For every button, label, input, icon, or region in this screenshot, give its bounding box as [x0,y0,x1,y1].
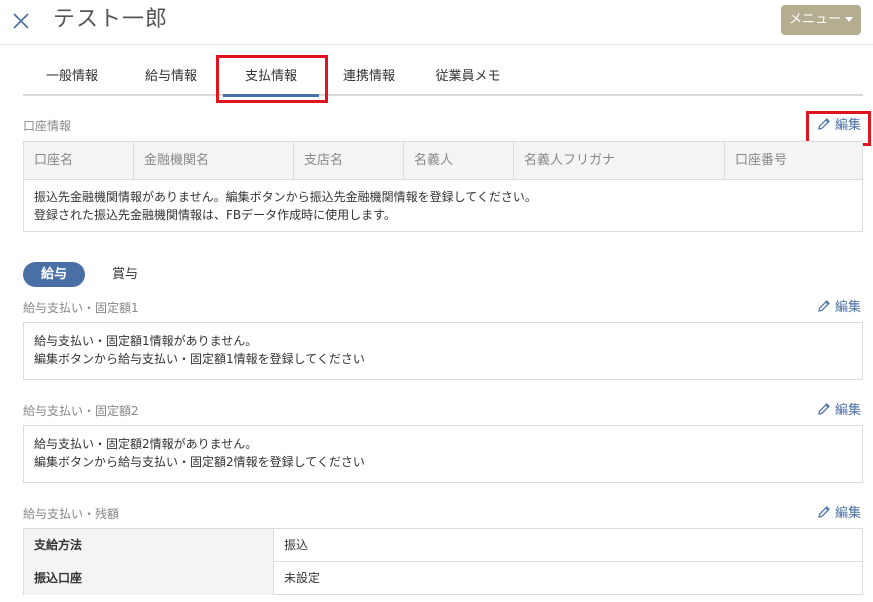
tab-general-label: 一般情報 [45,69,98,84]
account-section-label: 口座情報 [23,119,72,133]
column-header: 金融機関名 [134,142,294,180]
menu-button[interactable]: メニュー [781,5,861,35]
fixed1-empty-box: 給与支払い・固定額1情報がありません。 編集ボタンから給与支払い・固定額1情報を… [23,322,863,380]
pencil-icon [818,403,830,415]
pencil-icon [818,506,830,518]
fixed1-edit-label: 編集 [835,300,862,315]
fixed2-empty-box: 給与支払い・固定額2情報がありません。 編集ボタンから給与支払い・固定額2情報を… [23,425,863,483]
fixed1-empty-line: 編集ボタンから給与支払い・固定額1情報を登録してください [34,352,365,366]
column-header: 名義人 [404,142,514,180]
pencil-icon [818,118,830,130]
page-header: テスト一郎 メニュー [0,0,873,45]
pencil-icon [818,300,830,312]
remainder-edit-button[interactable]: 編集 [817,505,861,523]
close-icon[interactable] [10,9,32,31]
account-empty-message: 振込先金融機関情報がありません。編集ボタンから振込先金融機関情報を登録してくださ… [34,188,537,224]
detail-key: 振込口座 [24,562,274,595]
fixed2-empty-line: 編集ボタンから給与支払い・固定額2情報を登録してください [34,455,365,469]
page-title: テスト一郎 [53,7,169,32]
fixed2-section-label: 給与支払い・固定額2 [23,404,139,418]
column-header: 口座番号 [735,153,788,168]
detail-key: 支給方法 [24,529,274,562]
account-empty-line: 登録された振込先金融機関情報は、FBデータ作成時に使用します。 [34,208,396,222]
remainder-section-label: 給与支払い・残額 [23,507,120,521]
menu-button-label: メニュー [788,12,841,27]
account-table: 口座名 金融機関名 支店名 名義人 名義人フリガナ 口座番号 振込先金融機関情報… [23,141,863,232]
remainder-edit-label: 編集 [835,506,862,521]
tab-payment-label: 支払情報 [244,69,297,84]
column-header: 支店名 [294,142,404,180]
tab-salary-label: 給与情報 [144,69,197,84]
active-tab-indicator [223,94,319,97]
tab-bar: 一般情報 給与情報 支払情報 連携情報 従業員メモ [23,57,863,97]
account-edit-label: 編集 [835,118,862,133]
fixed1-edit-button[interactable]: 編集 [817,299,861,317]
chevron-down-icon [845,17,853,22]
tab-payment[interactable]: 支払情報 [221,57,321,97]
fixed2-edit-label: 編集 [835,403,862,418]
column-header: 口座名 [24,142,134,180]
account-table-header: 口座名 金融機関名 支店名 名義人 名義人フリガナ 口座番号 [24,142,862,180]
tab-integration-label: 連携情報 [342,69,395,84]
tab-general[interactable]: 一般情報 [23,57,121,97]
tab-integration[interactable]: 連携情報 [321,57,417,97]
fixed2-edit-button[interactable]: 編集 [817,402,861,420]
account-empty-line: 振込先金融機関情報がありません。編集ボタンから振込先金融機関情報を登録してくださ… [34,190,537,204]
column-header: 名義人フリガナ [514,142,725,180]
table-row: 支給方法 振込 [24,529,862,562]
salary-toggle-button[interactable]: 給与 [23,262,85,287]
remainder-detail-table: 支給方法 振込 振込口座 未設定 [23,528,863,595]
detail-value: 振込 [284,538,309,552]
fixed2-empty-line: 給与支払い・固定額2情報がありません。 [34,437,258,451]
table-row: 振込口座 未設定 [24,562,862,595]
tab-employee-memo[interactable]: 従業員メモ [417,57,519,97]
tab-employee-memo-label: 従業員メモ [435,69,501,84]
fixed1-empty-line: 給与支払い・固定額1情報がありません。 [34,334,258,348]
account-edit-button[interactable]: 編集 [817,117,861,135]
tab-salary[interactable]: 給与情報 [121,57,221,97]
detail-value: 未設定 [284,571,321,585]
bonus-toggle-button[interactable]: 賞与 [95,262,155,287]
fixed1-section-label: 給与支払い・固定額1 [23,301,139,315]
